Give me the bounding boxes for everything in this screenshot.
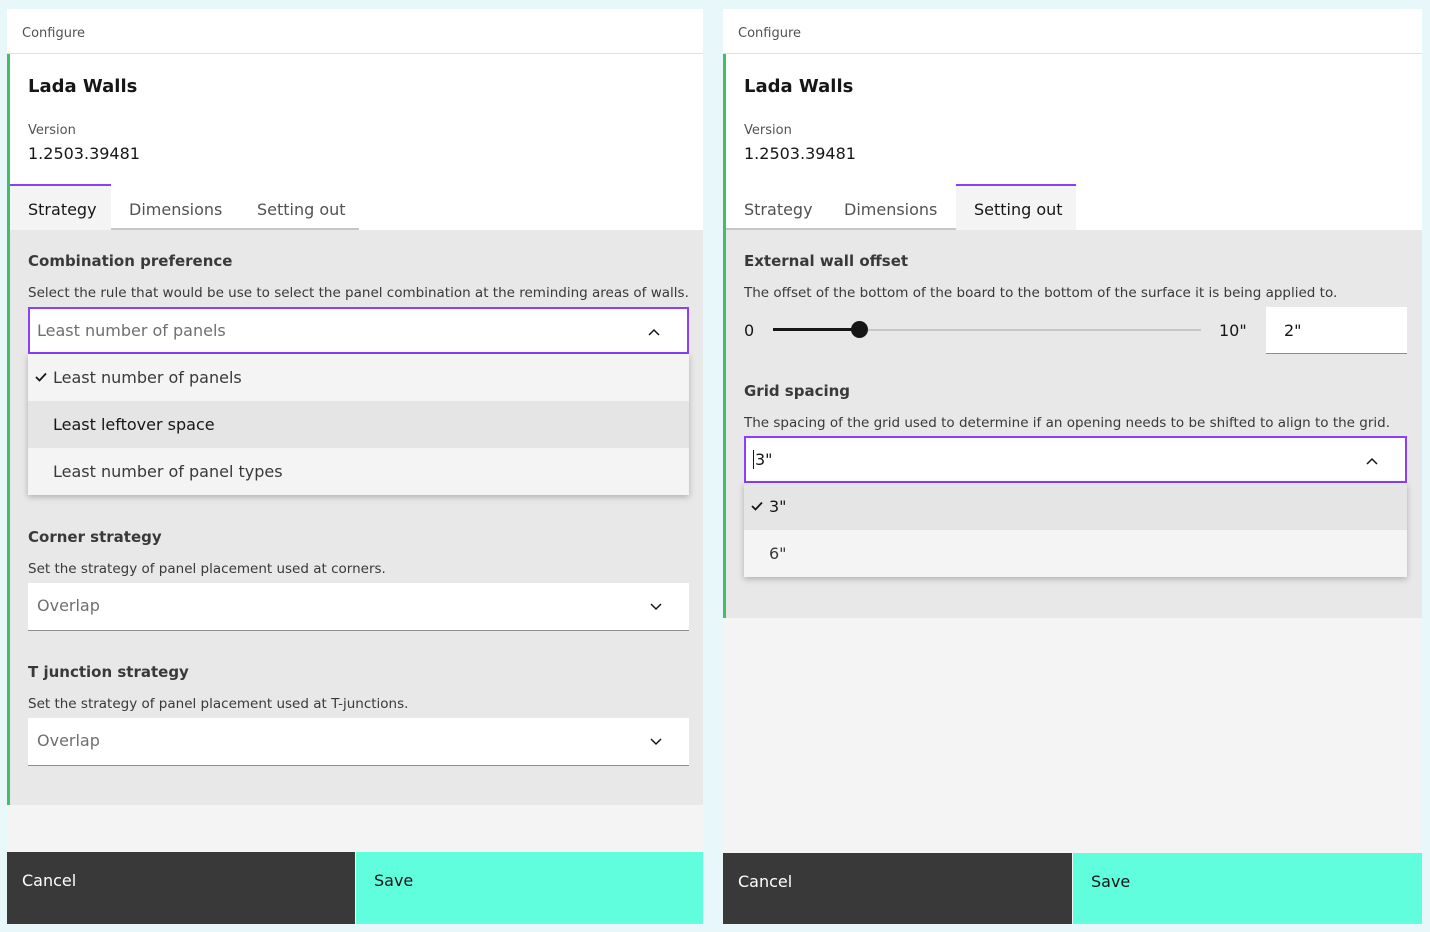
checkmark-icon (35, 372, 47, 382)
menu-item-label: Least number of panel types (53, 462, 283, 481)
grid-menu: 3" 6" (744, 483, 1407, 577)
offset-value-input[interactable]: 2" (1266, 307, 1407, 354)
page-title: Lada Walls (28, 76, 138, 97)
action-footer: Cancel Save (723, 853, 1422, 924)
menu-item-label: Least number of panels (53, 368, 242, 387)
grid-title: Grid spacing (744, 382, 851, 400)
combination-selected-value: Least number of panels (37, 321, 226, 340)
checkmark-icon (751, 501, 763, 511)
combination-description: Select the rule that would be use to sel… (28, 285, 689, 301)
cancel-button[interactable]: Cancel (7, 852, 355, 924)
grid-combobox-input[interactable]: 3" (744, 436, 1407, 483)
menu-item-6in[interactable]: 6" (744, 530, 1407, 577)
combination-select[interactable]: Least number of panels (28, 307, 689, 354)
corner-title: Corner strategy (28, 528, 162, 546)
corner-select[interactable]: Overlap (28, 583, 689, 631)
chevron-up-icon (1366, 457, 1378, 465)
combination-title: Combination preference (28, 252, 233, 270)
corner-selected-value: Overlap (37, 596, 100, 615)
grid-input-value: 3" (753, 450, 773, 469)
tab-setting-out[interactable]: Setting out (239, 184, 359, 230)
breadcrumb: Configure (7, 9, 703, 54)
menu-item-label: Least leftover space (53, 415, 215, 434)
offset-description: The offset of the bottom of the board to… (744, 285, 1338, 301)
tab-strategy[interactable]: Strategy (10, 184, 111, 230)
tab-list: Strategy Dimensions Setting out (726, 184, 1076, 230)
version-label: Version (744, 123, 792, 138)
config-header: Lada Walls Version 1.2503.39481 Strategy… (726, 54, 1422, 230)
configure-panel-strategy: Configure Lada Walls Version 1.2503.3948… (7, 9, 703, 924)
tab-list: Strategy Dimensions Setting out (10, 184, 359, 230)
combination-menu: Least number of panels Least leftover sp… (28, 354, 689, 495)
menu-item-label: 3" (769, 497, 787, 516)
slider-min-label: 0 (744, 321, 755, 340)
chevron-up-icon (648, 328, 660, 336)
menu-item-label: 6" (769, 544, 787, 563)
tjunction-select[interactable]: Overlap (28, 718, 689, 766)
offset-title: External wall offset (744, 252, 909, 270)
configure-panel-setting-out: Configure Lada Walls Version 1.2503.3948… (723, 9, 1422, 924)
tjunction-selected-value: Overlap (37, 731, 100, 750)
tab-dimensions[interactable]: Dimensions (111, 184, 239, 230)
grid-description: The spacing of the grid used to determin… (744, 415, 1391, 431)
menu-item-least-panels[interactable]: Least number of panels (28, 354, 689, 401)
menu-item-least-panel-types[interactable]: Least number of panel types (28, 448, 689, 495)
slider-max-label: 10" (1219, 321, 1247, 340)
strategy-body: Combination preference Select the rule t… (10, 230, 703, 805)
action-footer: Cancel Save (7, 852, 703, 924)
tjunction-title: T junction strategy (28, 663, 189, 681)
version-value: 1.2503.39481 (744, 144, 856, 163)
config-header: Lada Walls Version 1.2503.39481 Strategy… (10, 54, 703, 230)
tab-dimensions[interactable]: Dimensions (826, 184, 956, 230)
menu-item-least-leftover[interactable]: Least leftover space (28, 401, 689, 448)
config-content: Lada Walls Version 1.2503.39481 Strategy… (7, 54, 703, 805)
slider-fill (773, 328, 859, 331)
chevron-down-icon (650, 603, 662, 611)
menu-item-3in[interactable]: 3" (744, 483, 1407, 530)
config-content: Lada Walls Version 1.2503.39481 Strategy… (723, 54, 1422, 618)
save-button[interactable]: Save (356, 852, 703, 924)
offset-slider-row: 0 10" 2" (744, 307, 1422, 360)
version-label: Version (28, 123, 76, 138)
cancel-button[interactable]: Cancel (723, 853, 1072, 924)
breadcrumb: Configure (723, 9, 1422, 54)
page-title: Lada Walls (744, 76, 854, 97)
slider-handle[interactable] (850, 321, 868, 338)
save-button[interactable]: Save (1073, 853, 1422, 924)
version-value: 1.2503.39481 (28, 144, 140, 163)
corner-description: Set the strategy of panel placement used… (28, 561, 386, 577)
tab-strategy[interactable]: Strategy (726, 184, 826, 230)
setting-out-body: External wall offset The offset of the b… (726, 230, 1422, 618)
chevron-down-icon (650, 738, 662, 746)
tab-setting-out[interactable]: Setting out (956, 184, 1076, 230)
tjunction-description: Set the strategy of panel placement used… (28, 696, 409, 712)
